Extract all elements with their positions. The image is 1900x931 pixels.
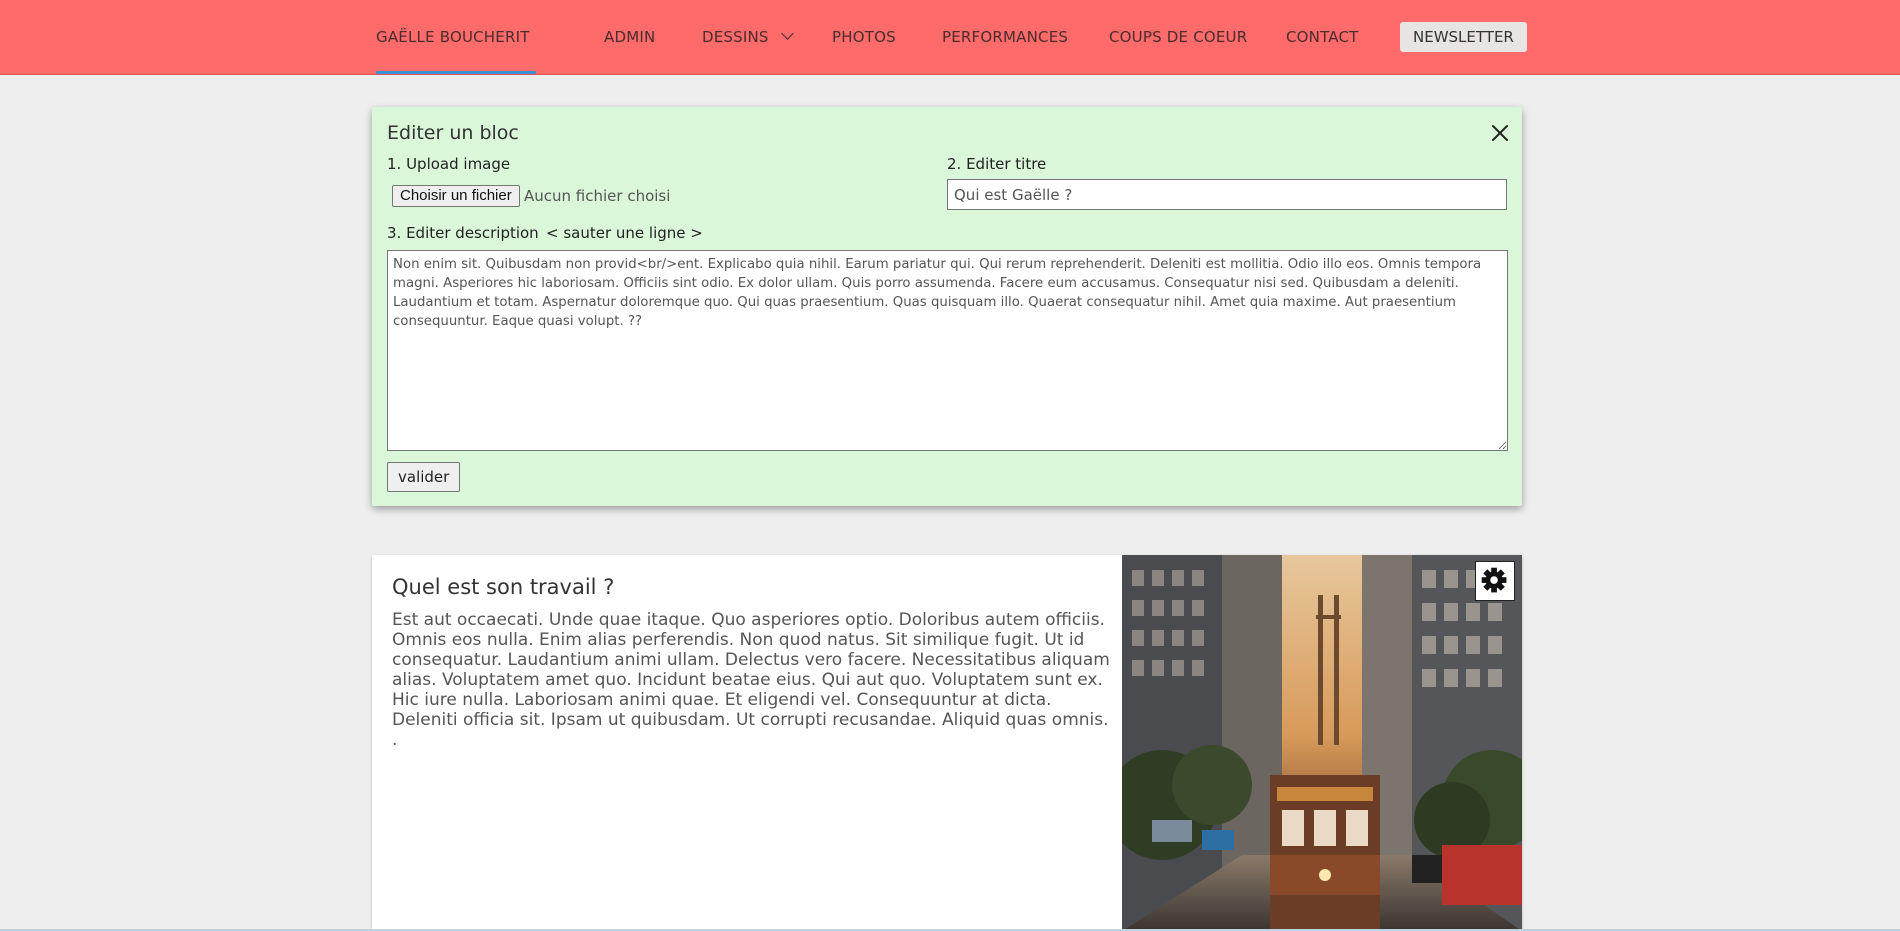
top-navigation: GAËLLE BOUCHERIT ADMIN DESSINS PHOTOS PE…: [0, 0, 1900, 75]
nav-item-dessins-label: DESSINS: [702, 28, 769, 46]
nav-item-performances[interactable]: PERFORMANCES: [942, 0, 1068, 74]
block-description: Est aut occaecati. Unde quae itaque. Quo…: [392, 610, 1110, 750]
submit-button[interactable]: valider: [387, 462, 461, 492]
nav-item-coups-de-coeur[interactable]: COUPS DE COEUR: [1109, 0, 1247, 74]
upload-image-label: 1. Upload image: [387, 155, 511, 173]
block-title: Quel est son travail ?: [392, 575, 615, 599]
nav-container: GAËLLE BOUCHERIT ADMIN DESSINS PHOTOS PE…: [372, 0, 1527, 74]
gear-icon: [1481, 567, 1507, 593]
settings-button[interactable]: [1475, 561, 1515, 601]
file-status-text: Aucun fichier choisi: [524, 187, 671, 205]
title-input[interactable]: [947, 179, 1507, 210]
edit-block-panel: Editer un bloc 1. Upload image Choisir u…: [372, 107, 1522, 506]
content-block: Quel est son travail ? Est aut occaecati…: [372, 555, 1522, 931]
nav-item-dessins[interactable]: DESSINS: [702, 0, 794, 74]
line-break-hint[interactable]: < sauter une ligne >: [546, 224, 703, 242]
block-image: [1122, 555, 1522, 931]
chevron-down-icon: [780, 27, 794, 40]
description-textarea[interactable]: Non enim sit. Quibusdam non provid<br/>e…: [387, 250, 1508, 451]
close-icon[interactable]: [1488, 121, 1512, 145]
choose-file-button[interactable]: Choisir un fichier: [392, 185, 520, 207]
edit-description-label: 3. Editer description: [387, 224, 539, 242]
newsletter-button[interactable]: NEWSLETTER: [1400, 22, 1527, 52]
nav-item-admin[interactable]: ADMIN: [604, 0, 655, 74]
nav-brand-link[interactable]: GAËLLE BOUCHERIT: [376, 0, 536, 74]
edit-title-label: 2. Editer titre: [947, 155, 1047, 173]
nav-item-contact[interactable]: CONTACT: [1286, 0, 1359, 74]
editor-title: Editer un bloc: [387, 122, 519, 144]
nav-item-photos[interactable]: PHOTOS: [832, 0, 896, 74]
